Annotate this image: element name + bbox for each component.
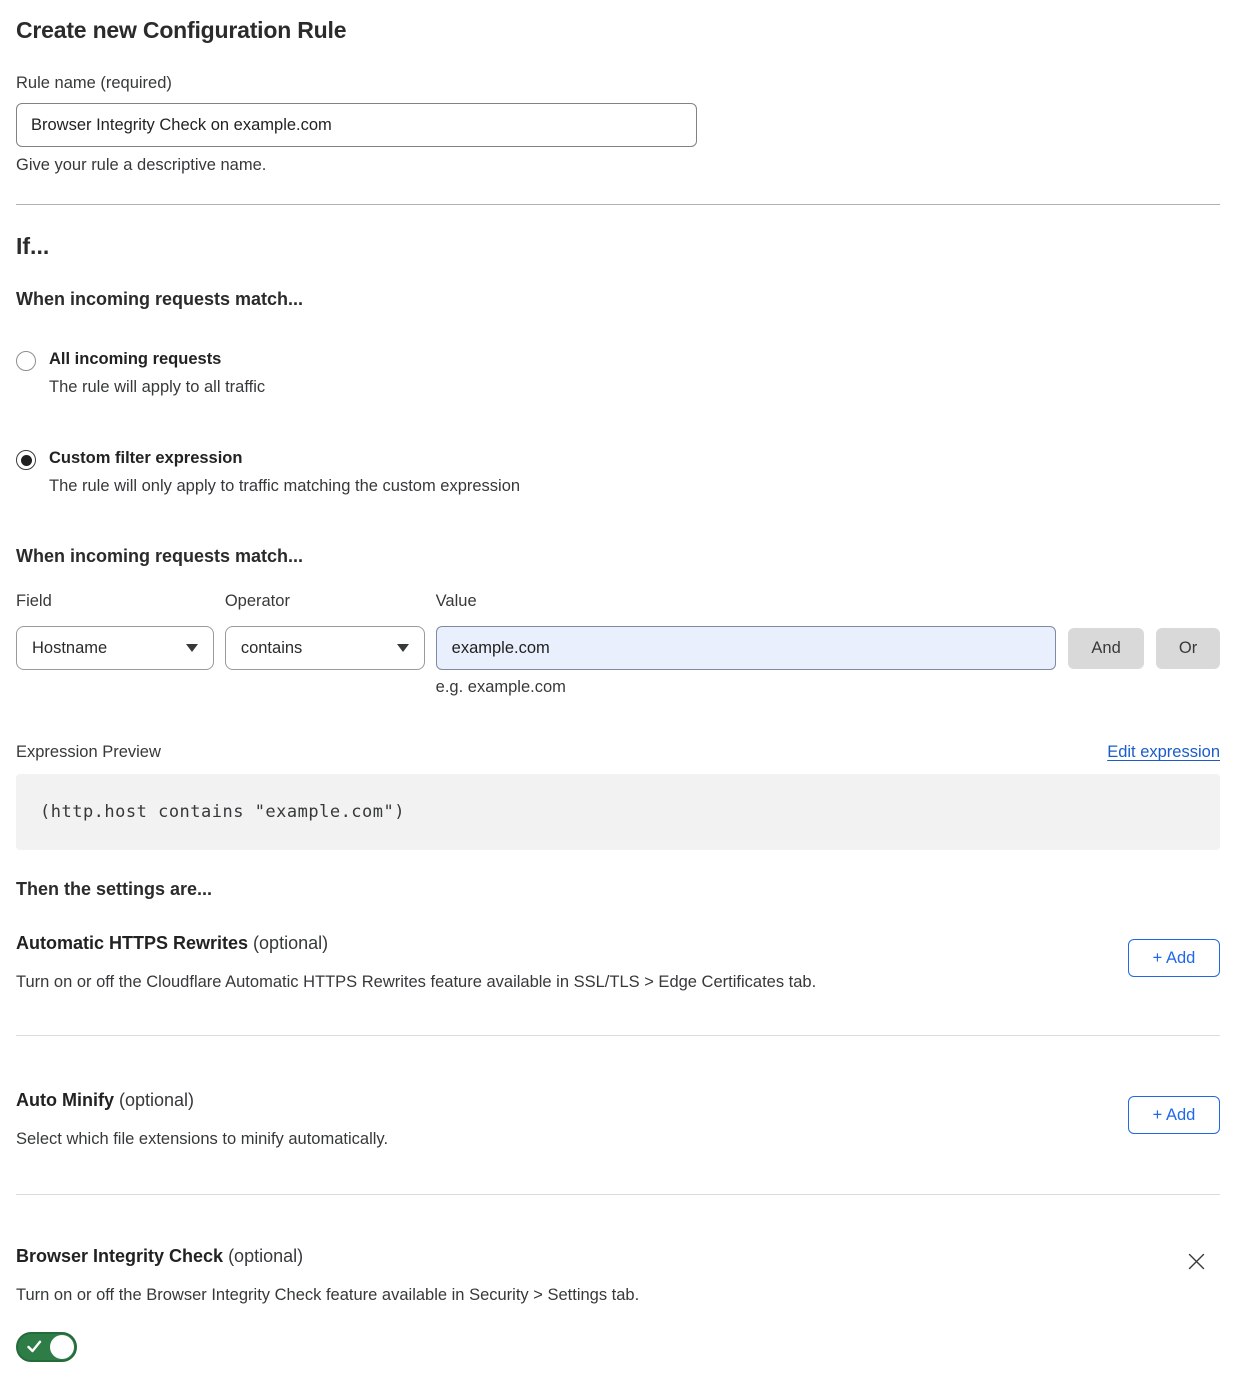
value-input[interactable] <box>436 626 1056 670</box>
add-auto-minify-button[interactable]: + Add <box>1128 1096 1220 1134</box>
radio-button-unchecked[interactable] <box>16 351 36 371</box>
setting-optional-tag: (optional) <box>119 1090 194 1110</box>
expression-code: (http.host contains "example.com") <box>40 802 405 822</box>
expression-builder-row: Field Hostname Operator contains Value e… <box>16 592 1220 697</box>
setting-description: Select which file extensions to minify a… <box>16 1130 388 1149</box>
radio-button-checked[interactable] <box>16 450 36 470</box>
toggle-knob[interactable] <box>50 1335 74 1359</box>
section-divider <box>16 204 1220 205</box>
radio-option-label: Custom filter expression <box>49 449 520 468</box>
radio-option-custom-filter[interactable]: Custom filter expression The rule will o… <box>16 449 1220 496</box>
add-automatic-https-rewrites-button[interactable]: + Add <box>1128 939 1220 977</box>
setting-title: Automatic HTTPS Rewrites(optional) <box>16 933 816 954</box>
radio-option-all-requests[interactable]: All incoming requests The rule will appl… <box>16 350 1220 397</box>
remove-setting-button[interactable] <box>1183 1248 1210 1275</box>
match-subheading: When incoming requests match... <box>16 289 1220 310</box>
check-icon <box>27 1340 42 1353</box>
setting-title: Browser Integrity Check(optional) <box>16 1246 639 1267</box>
chevron-down-icon <box>186 644 198 652</box>
edit-expression-link[interactable]: Edit expression <box>1107 743 1220 762</box>
value-help: e.g. example.com <box>436 678 1056 697</box>
expression-preview-box: (http.host contains "example.com") <box>16 774 1220 850</box>
create-configuration-rule-page: Create new Configuration Rule Rule name … <box>0 0 1237 1387</box>
operator-select[interactable]: contains <box>225 626 425 670</box>
value-label: Value <box>436 592 1056 611</box>
setting-optional-tag: (optional) <box>253 933 328 953</box>
expression-preview-label: Expression Preview <box>16 743 161 762</box>
setting-automatic-https-rewrites: Automatic HTTPS Rewrites(optional) Turn … <box>16 933 1220 1035</box>
setting-title: Auto Minify(optional) <box>16 1090 388 1111</box>
settings-heading: Then the settings are... <box>16 879 1220 900</box>
setting-description: Turn on or off the Browser Integrity Che… <box>16 1286 639 1305</box>
if-heading: If... <box>16 232 1220 260</box>
operator-label: Operator <box>225 592 425 611</box>
operator-select-value: contains <box>241 639 302 658</box>
setting-divider <box>16 1035 1220 1036</box>
setting-optional-tag: (optional) <box>228 1246 303 1266</box>
builder-subheading: When incoming requests match... <box>16 546 1220 567</box>
rule-name-input[interactable] <box>16 103 697 147</box>
and-button[interactable]: And <box>1068 628 1144 669</box>
field-label: Field <box>16 592 214 611</box>
radio-option-label: All incoming requests <box>49 350 265 369</box>
close-icon <box>1187 1259 1206 1274</box>
radio-option-description: The rule will apply to all traffic <box>49 378 265 397</box>
rule-name-help: Give your rule a descriptive name. <box>16 156 1220 175</box>
chevron-down-icon <box>397 644 409 652</box>
page-title: Create new Configuration Rule <box>16 16 1220 44</box>
setting-browser-integrity-check: Browser Integrity Check(optional) Turn o… <box>16 1246 1220 1367</box>
browser-integrity-check-toggle[interactable] <box>16 1332 77 1362</box>
setting-auto-minify: Auto Minify(optional) Select which file … <box>16 1090 1220 1194</box>
setting-divider <box>16 1194 1220 1195</box>
or-button[interactable]: Or <box>1156 628 1220 669</box>
expression-preview-header: Expression Preview Edit expression <box>16 743 1220 762</box>
radio-option-description: The rule will only apply to traffic matc… <box>49 477 520 496</box>
rule-name-label: Rule name (required) <box>16 74 1220 93</box>
field-select-value: Hostname <box>32 639 107 658</box>
setting-description: Turn on or off the Cloudflare Automatic … <box>16 973 816 992</box>
field-select[interactable]: Hostname <box>16 626 214 670</box>
